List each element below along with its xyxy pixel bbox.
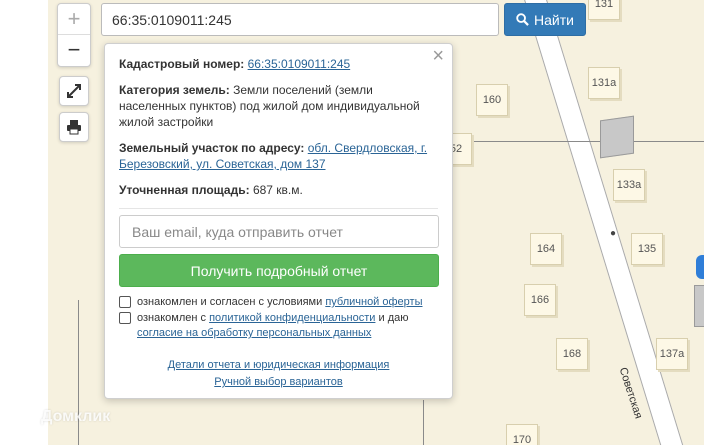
house-number: 133а bbox=[613, 169, 645, 201]
privacy-consent: ознакомлен с политикой конфиденциальност… bbox=[119, 311, 438, 341]
search-button-label: Найти bbox=[534, 11, 574, 28]
popup-footer: Детали отчета и юридическая информация Р… bbox=[119, 357, 438, 391]
offer-consent: ознакомлен и согласен с условиями публич… bbox=[119, 295, 438, 310]
offer-consent-text: ознакомлен и согласен с условиями bbox=[137, 296, 326, 308]
report-details-link[interactable]: Детали отчета и юридическая информация bbox=[168, 359, 390, 371]
logo-text: Домклик bbox=[41, 408, 111, 425]
building bbox=[694, 285, 704, 327]
map-marker-icon[interactable] bbox=[696, 255, 704, 279]
cadastral-label: Кадастровый номер: bbox=[119, 57, 245, 71]
house-number: 135 bbox=[631, 233, 663, 265]
get-report-button[interactable]: Получить подробный отчет bbox=[119, 254, 439, 287]
privacy-consent-mid: и даю bbox=[375, 312, 409, 324]
zoom-out-button[interactable]: − bbox=[58, 35, 90, 65]
cadastral-row: Кадастровый номер: 66:35:0109011:245 bbox=[119, 56, 438, 72]
zoom-control: + − bbox=[57, 3, 91, 67]
house-number: 131а bbox=[588, 67, 620, 99]
offer-checkbox[interactable] bbox=[119, 296, 131, 308]
search-button[interactable]: Найти bbox=[504, 3, 586, 36]
water-drop-icon: ● bbox=[610, 228, 617, 239]
email-field[interactable]: Ваш email, куда отправить отчет bbox=[119, 215, 439, 248]
expand-icon bbox=[67, 84, 81, 98]
parcel-info-popup: × Кадастровый номер: 66:35:0109011:245 К… bbox=[104, 43, 453, 399]
zoom-in-button[interactable]: + bbox=[58, 4, 90, 35]
privacy-policy-link[interactable]: политикой конфиденциальности bbox=[209, 312, 375, 324]
house-number: 166 bbox=[524, 284, 556, 316]
house-number: 131 bbox=[588, 0, 620, 20]
manual-selection-link[interactable]: Ручной выбор вариантов bbox=[214, 376, 342, 388]
cadastral-link[interactable]: 66:35:0109011:245 bbox=[248, 57, 351, 71]
area-label: Уточненная площадь: bbox=[119, 183, 250, 197]
house-logo-icon bbox=[23, 409, 37, 424]
privacy-checkbox[interactable] bbox=[119, 312, 131, 324]
area-value: 687 кв.м. bbox=[252, 183, 303, 197]
house-number: 168 bbox=[556, 338, 588, 370]
address-row: Земельный участок по адресу: обл. Свердл… bbox=[119, 140, 438, 172]
domclick-logo: Домклик bbox=[22, 408, 110, 426]
area-row: Уточненная площадь: 687 кв.м. bbox=[119, 182, 438, 198]
divider bbox=[119, 208, 438, 209]
search-icon bbox=[516, 13, 529, 26]
house-number: 170 bbox=[506, 424, 538, 445]
house-number: 164 bbox=[530, 233, 562, 265]
house-number: 137а bbox=[656, 338, 688, 370]
fullscreen-button[interactable] bbox=[59, 76, 89, 106]
category-row: Категория земель: Земли поселений (земли… bbox=[119, 82, 438, 130]
privacy-consent-text: ознакомлен с bbox=[137, 312, 210, 324]
public-offer-link[interactable]: публичной оферты bbox=[325, 296, 422, 308]
category-label: Категория земель: bbox=[119, 83, 230, 97]
house-number: 160 bbox=[476, 84, 508, 116]
page-margin bbox=[0, 0, 48, 445]
cadastral-search-input[interactable] bbox=[101, 3, 499, 36]
printer-icon bbox=[67, 120, 81, 135]
address-label: Земельный участок по адресу: bbox=[119, 141, 305, 155]
print-button[interactable] bbox=[59, 112, 89, 142]
parcel-boundary bbox=[453, 141, 704, 142]
building bbox=[600, 115, 634, 159]
parcel-boundary bbox=[423, 400, 424, 445]
data-processing-link[interactable]: согласие на обработку персональных данны… bbox=[137, 327, 371, 339]
close-icon[interactable]: × bbox=[432, 46, 444, 66]
